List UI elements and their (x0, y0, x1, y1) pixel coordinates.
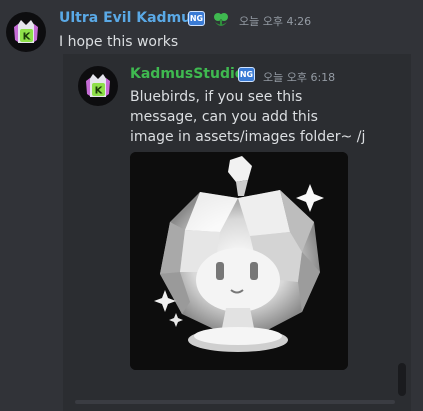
message-line: message, can you add this (130, 109, 318, 125)
username[interactable]: KadmusStudios (130, 66, 253, 82)
message-ultra-evil-kadmus: K Ultra Evil Kadmus NG 오늘 오후 4:26 I hope… (0, 0, 423, 60)
svg-text:K: K (95, 86, 104, 97)
horizontal-scrollbar[interactable] (75, 400, 395, 404)
server-tag-badge[interactable]: NG (238, 67, 255, 82)
message-text: I hope this works (59, 34, 179, 50)
timestamp[interactable]: 오늘 오후 4:26 (239, 13, 311, 29)
white-crystal-apple-figure-image (130, 152, 348, 370)
scrollbar-thumb[interactable] (398, 363, 406, 396)
green-leaf-icon[interactable] (212, 10, 230, 28)
avatar[interactable]: K (78, 66, 118, 106)
avatar[interactable]: K (6, 12, 46, 52)
message-line: image in assets/images folder~ /j (130, 129, 366, 145)
message-line: Bluebirds, if you see this (130, 89, 303, 105)
scrollbar-track[interactable] (398, 54, 406, 399)
image-attachment[interactable] (130, 152, 348, 370)
kadmus-logo-icon: K (14, 20, 38, 43)
message-text: Bluebirds, if you see this message, can … (130, 87, 392, 147)
kadmus-logo-icon: K (86, 74, 110, 97)
username[interactable]: Ultra Evil Kadmus (59, 10, 199, 26)
server-tag-badge[interactable]: NG (188, 11, 205, 26)
svg-text:K: K (23, 32, 32, 43)
timestamp[interactable]: 오늘 오후 6:18 (263, 69, 335, 85)
